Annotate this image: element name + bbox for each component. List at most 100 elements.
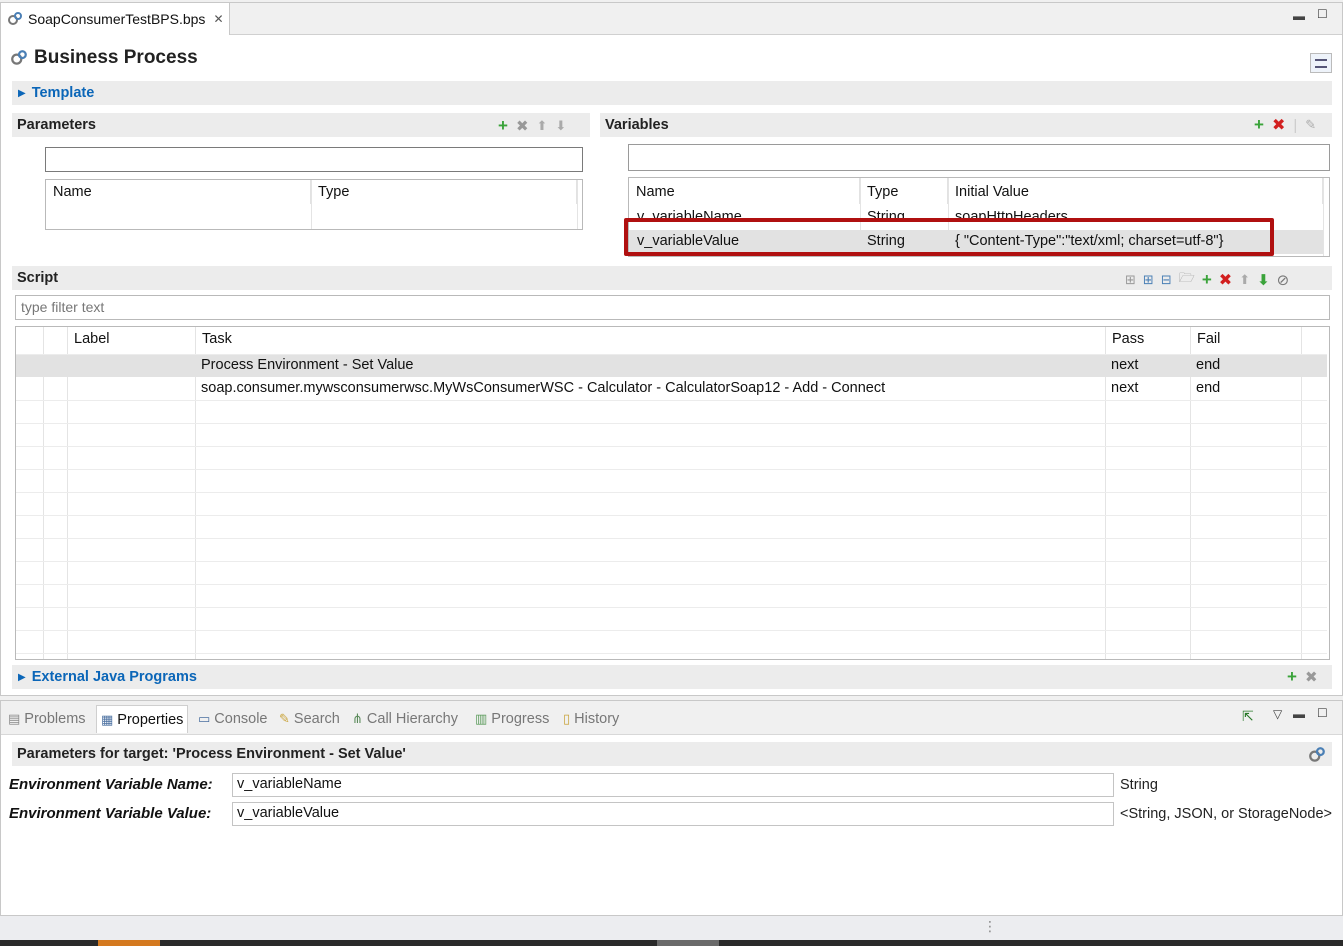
add-icon[interactable]: + xyxy=(1202,270,1212,290)
external-java-section-label: External Java Programs xyxy=(31,669,197,685)
tab-properties[interactable]: ▦ Properties xyxy=(96,705,189,733)
expand-triangle-icon: ▶ xyxy=(18,87,26,99)
parameters-filter-input[interactable] xyxy=(45,147,583,172)
move-up-icon[interactable]: ⬆ xyxy=(1239,272,1250,288)
collapse-all-icon[interactable]: ⊟ xyxy=(1161,272,1172,288)
tab-history[interactable]: ▯ History xyxy=(559,705,623,733)
column-header-type[interactable]: Type xyxy=(311,180,577,204)
row-divider xyxy=(16,515,1327,516)
column-header-name[interactable]: Name xyxy=(46,180,311,204)
toolbar-separator: | xyxy=(1293,116,1298,134)
row-divider xyxy=(16,630,1327,631)
form-menu-icon[interactable] xyxy=(1310,53,1332,73)
row-divider xyxy=(16,469,1327,470)
column-header-fail[interactable]: Fail xyxy=(1190,327,1301,351)
gear-icon xyxy=(11,50,27,65)
search-icon: ✎ xyxy=(279,711,290,726)
maximize-icon[interactable]: ☐ xyxy=(1317,706,1328,720)
open-folder-icon[interactable]: 🗁 xyxy=(1179,269,1195,291)
view-menu-icon[interactable]: ▽ xyxy=(1273,707,1282,721)
delete-icon[interactable]: ✖ xyxy=(1272,115,1285,135)
parameters-toolbar: + ✖ ⬆ ⬇ xyxy=(498,116,566,136)
taskbar xyxy=(0,940,1343,946)
editor-tabbar: SoapConsumerTestBPS.bps ✕ ▬ ☐ xyxy=(1,3,1342,35)
disable-icon[interactable]: ⊘ xyxy=(1277,271,1290,289)
maximize-icon[interactable]: ☐ xyxy=(1317,7,1328,21)
views-tabbar: ▤ Problems ▦ Properties ▭ Console ✎ Sear… xyxy=(1,701,1342,735)
variables-filter-input[interactable] xyxy=(628,144,1330,171)
add-icon[interactable]: + xyxy=(1254,115,1264,135)
task-cell[interactable]: soap.consumer.mywsconsumerwsc.MyWsConsum… xyxy=(201,380,885,396)
row-divider xyxy=(16,400,1327,401)
move-down-icon[interactable]: ⬇ xyxy=(1257,271,1270,289)
page-title: Business Process xyxy=(10,47,198,69)
env-var-name-label: Environment Variable Name: xyxy=(9,776,213,793)
env-var-value-type: <String, JSON, or StorageNode> xyxy=(1120,806,1332,822)
pin-icon[interactable]: ⇱ xyxy=(1242,708,1254,725)
minimize-icon[interactable]: ▬ xyxy=(1293,9,1305,23)
tab-progress[interactable]: ▥ Progress xyxy=(471,705,553,733)
variables-section-label: Variables xyxy=(605,117,669,133)
progress-icon: ▥ xyxy=(475,711,488,726)
delete-icon[interactable]: ✖ xyxy=(1305,668,1318,686)
tab-label: Console xyxy=(214,711,268,727)
external-java-section[interactable]: ▶ External Java Programs xyxy=(12,665,1332,689)
tab-search[interactable]: ✎ Search xyxy=(275,705,344,733)
highlight-annotation-box xyxy=(624,218,1274,256)
fail-cell[interactable]: end xyxy=(1196,380,1220,396)
script-filter-input[interactable]: type filter text xyxy=(15,295,1330,320)
column-header-type[interactable]: Type xyxy=(860,178,948,204)
editor-area: SoapConsumerTestBPS.bps ✕ ▬ ☐ Business P… xyxy=(0,2,1343,696)
tab-label: Search xyxy=(293,711,340,727)
variables-toolbar: + ✖ | ✎ xyxy=(1254,115,1316,135)
row-divider xyxy=(16,446,1327,447)
taskbar-app-indicator xyxy=(98,940,160,946)
column-header-label[interactable]: Label xyxy=(67,327,195,351)
delete-icon[interactable]: ✖ xyxy=(516,117,529,135)
column-header-initial-value[interactable]: Initial Value xyxy=(948,178,1323,204)
template-section[interactable]: ▶ Template xyxy=(12,81,1332,105)
move-up-icon[interactable]: ⬆ xyxy=(537,118,548,134)
tab-label: Call Hierarchy xyxy=(366,711,458,727)
pass-cell[interactable]: next xyxy=(1111,357,1138,373)
column-header-name[interactable]: Name xyxy=(629,178,860,204)
tab-label: Properties xyxy=(117,711,184,728)
tab-problems[interactable]: ▤ Problems xyxy=(4,705,90,733)
edit-icon[interactable]: ✎ xyxy=(1305,117,1316,133)
column-header-pass[interactable]: Pass xyxy=(1105,327,1190,351)
env-var-name-type: String xyxy=(1120,777,1158,793)
pass-cell[interactable]: next xyxy=(1111,380,1138,396)
taskbar-app-indicator xyxy=(657,940,719,946)
parameters-section-label: Parameters xyxy=(17,117,96,133)
expand-all-icon[interactable]: ⊞ xyxy=(1143,272,1154,288)
add-icon[interactable]: + xyxy=(1287,667,1297,687)
tree-icon[interactable]: ⊞ xyxy=(1125,272,1136,288)
row-divider xyxy=(16,492,1327,493)
delete-icon[interactable]: ✖ xyxy=(1219,270,1232,290)
tab-call-hierarchy[interactable]: ⋔ Call Hierarchy xyxy=(348,705,462,733)
tab-label: History xyxy=(574,711,620,727)
env-var-value-input[interactable]: v_variableValue xyxy=(232,802,1114,826)
properties-icon: ▦ xyxy=(101,711,114,727)
add-icon[interactable]: + xyxy=(498,116,508,136)
move-down-icon[interactable]: ⬇ xyxy=(555,118,566,134)
properties-header: Parameters for target: 'Process Environm… xyxy=(12,742,1332,766)
column-header-task[interactable]: Task xyxy=(195,327,1105,351)
drag-handle-icon[interactable]: ⋮ xyxy=(983,918,997,935)
page-title-text: Business Process xyxy=(34,47,198,68)
row-divider xyxy=(16,653,1327,654)
tab-console[interactable]: ▭ Console xyxy=(194,705,272,733)
task-cell[interactable]: Process Environment - Set Value xyxy=(201,357,414,373)
script-toolbar: ⊞ ⊞ ⊟ 🗁 + ✖ ⬆ ⬇ ⊘ xyxy=(1125,269,1289,291)
parameters-table: Name Type xyxy=(45,179,583,230)
bps-file-icon xyxy=(8,12,22,25)
fail-cell[interactable]: end xyxy=(1196,357,1220,373)
editor-tab[interactable]: SoapConsumerTestBPS.bps ✕ xyxy=(1,3,230,35)
minimize-icon[interactable]: ▬ xyxy=(1293,707,1305,721)
env-var-value-label: Environment Variable Value: xyxy=(9,805,212,822)
tab-label: Problems xyxy=(24,711,86,727)
close-icon[interactable]: ✕ xyxy=(213,12,223,26)
console-icon: ▭ xyxy=(198,711,211,726)
env-var-name-input[interactable]: v_variableName xyxy=(232,773,1114,797)
expand-triangle-icon: ▶ xyxy=(18,671,26,683)
